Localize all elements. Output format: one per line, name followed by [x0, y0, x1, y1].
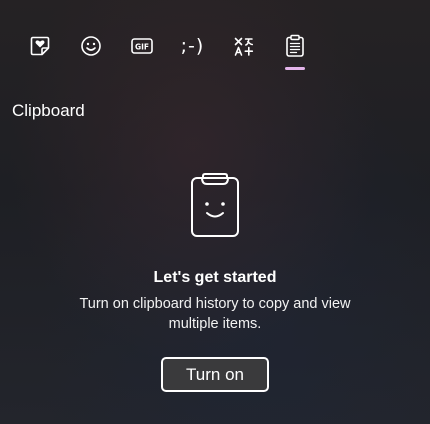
empty-state-description: Turn on clipboard history to copy and vi… [79, 296, 351, 332]
section-title: Clipboard [12, 101, 85, 120]
clipboard-icon [284, 34, 306, 58]
tab-symbols[interactable] [218, 24, 269, 68]
tab-kaomoji[interactable]: ;-) [167, 24, 218, 68]
smiley-icon [80, 35, 102, 57]
gif-icon: GIF [130, 37, 153, 55]
tab-clipboard[interactable] [269, 24, 320, 70]
kaomoji-icon: ;-) [180, 35, 205, 57]
turn-on-button[interactable]: Turn on [161, 357, 269, 392]
symbols-icon [233, 35, 255, 57]
tab-stickers[interactable] [14, 24, 65, 68]
empty-state: Let's get started Turn on clipboard hist… [0, 172, 430, 392]
empty-state-heading: Let's get started [153, 269, 277, 286]
heart-sticker-icon [29, 35, 51, 57]
tab-gif[interactable]: GIF [116, 24, 167, 68]
category-tab-bar: GIF ;-) [14, 24, 320, 70]
selected-tab-indicator [284, 67, 305, 70]
emoji-panel: GIF ;-) Clipboard Let's get started Turn… [0, 0, 430, 424]
gif-icon-label: GIF [134, 43, 148, 52]
clipboard-smiley-icon [190, 172, 240, 243]
tab-emoji[interactable] [65, 24, 116, 68]
